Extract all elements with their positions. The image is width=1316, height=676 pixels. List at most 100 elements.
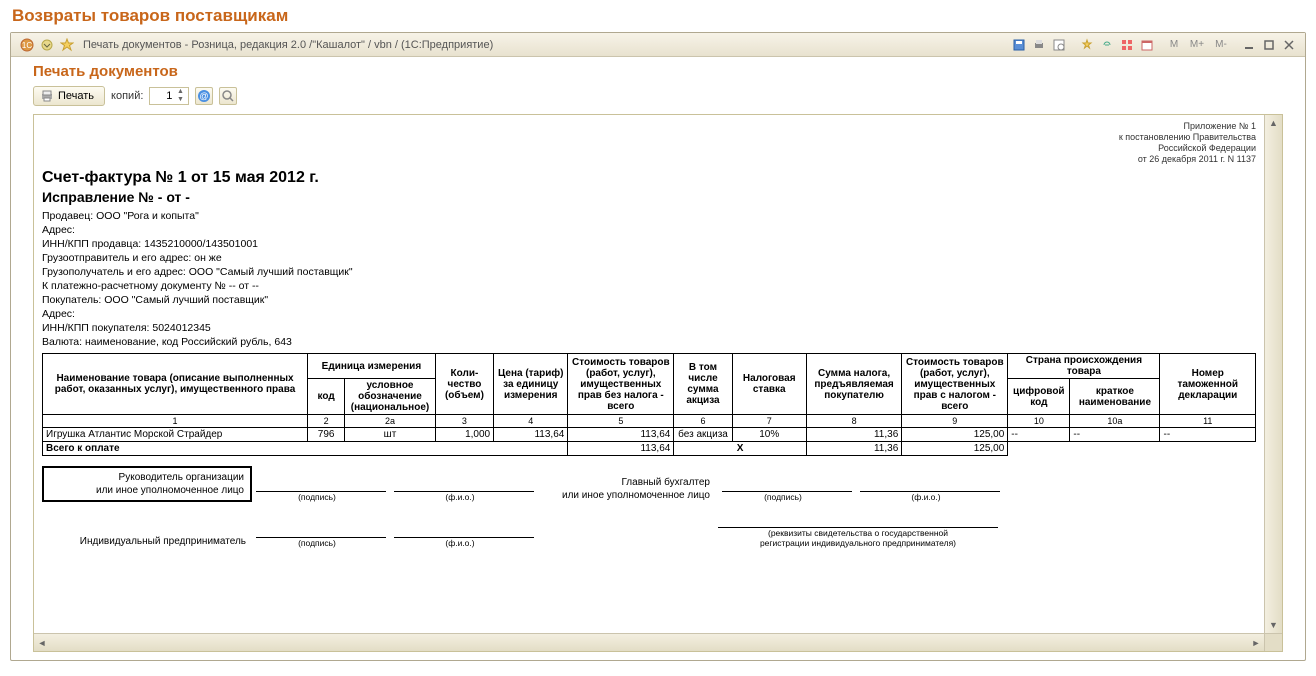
save-icon[interactable] (1011, 37, 1027, 53)
scroll-left-icon[interactable]: ◄ (34, 634, 50, 652)
cell-unit: шт (345, 428, 436, 442)
acc-label: Главный бухгалтер или иное уполномоченно… (538, 476, 718, 502)
ip-fio-line (394, 524, 534, 538)
print-button[interactable]: Печать (33, 86, 105, 106)
req2: регистрации индивидуального предпринимат… (718, 538, 998, 548)
total-x: X (674, 442, 807, 456)
head-fio-cap: (ф.и.о.) (390, 492, 530, 502)
th-decl: Номер таможенной декларации (1160, 354, 1256, 415)
info-8: ИНН/КПП покупателя: 5024012345 (42, 321, 1256, 335)
cell-price: 113,64 (494, 428, 568, 442)
ip-sig-cap: (подпись) (252, 538, 382, 548)
app-window: 1C Печать документов - Розница, редакция… (10, 32, 1306, 661)
acc1: Главный бухгалтер (538, 476, 710, 489)
print-icon[interactable] (1031, 37, 1047, 53)
window-title: Печать документов - Розница, редакция 2.… (83, 39, 493, 51)
cell-code: 796 (308, 428, 345, 442)
total-costnotax: 113,64 (568, 442, 674, 456)
cell-taxrate: 10% (732, 428, 806, 442)
num-10: 10 (1008, 415, 1070, 428)
annex-l1: Приложение № 1 (42, 121, 1256, 132)
th-unit: Единица измерения (308, 354, 436, 379)
head-sig-cap: (подпись) (252, 492, 382, 502)
head2: или иное уполномоченное лицо (50, 484, 244, 497)
copies-up-icon[interactable]: ▲ (174, 88, 186, 96)
close-icon[interactable] (1281, 37, 1297, 53)
num-7: 7 (732, 415, 806, 428)
num-3: 3 (435, 415, 493, 428)
th-cname: краткое наименование (1070, 379, 1160, 415)
copies-down-icon[interactable]: ▼ (174, 96, 186, 104)
email-button[interactable]: @ (195, 87, 213, 105)
info-1: Адрес: (42, 223, 1256, 237)
maximize-icon[interactable] (1261, 37, 1277, 53)
th-ccode: цифровой код (1008, 379, 1070, 415)
num-11: 11 (1160, 415, 1256, 428)
scroll-down-icon[interactable]: ▼ (1265, 617, 1282, 633)
preview-icon[interactable] (1051, 37, 1067, 53)
minimize-icon[interactable] (1241, 37, 1257, 53)
head1: Руководитель организации (50, 471, 244, 484)
ip-label: Индивидуальный предприниматель (42, 535, 252, 548)
svg-text:@: @ (200, 91, 209, 101)
cell-costwithtax: 125,00 (902, 428, 1008, 442)
total-taxsum: 11,36 (806, 442, 901, 456)
print-toolbar: Печать копий: ▲ ▼ @ (11, 84, 1305, 110)
vertical-scrollbar[interactable]: ▲ ▼ (1264, 115, 1282, 633)
th-unitcode: код (308, 379, 345, 415)
num-10a: 10а (1070, 415, 1160, 428)
th-costnotax: Стоимость товаров (работ, услуг), имущес… (568, 354, 674, 415)
annex-l4: от 26 декабря 2011 г. N 1137 (42, 154, 1256, 165)
scroll-up-icon[interactable]: ▲ (1265, 115, 1282, 131)
cell-qty: 1,000 (435, 428, 493, 442)
acc-sig-line (722, 478, 852, 492)
scroll-right-icon[interactable]: ► (1248, 634, 1264, 652)
grid-icon[interactable] (1119, 37, 1135, 53)
section-title: Печать документов (11, 57, 1305, 84)
th-country: Страна происхождения товара (1008, 354, 1160, 379)
horizontal-scrollbar[interactable]: ◄ ► (34, 633, 1264, 651)
cell-dn: -- (1160, 428, 1256, 442)
copies-input[interactable] (150, 89, 174, 103)
m-plus-button[interactable]: M+ (1187, 37, 1207, 53)
cell-name: Игрушка Атлантис Морской Страйдер (43, 428, 308, 442)
calendar-icon[interactable] (1139, 37, 1155, 53)
info-6: Покупатель: ООО "Самый лучший поставщик" (42, 293, 1256, 307)
num-2a: 2а (345, 415, 436, 428)
total-costwithtax: 125,00 (902, 442, 1008, 456)
page-title: Возвраты товаров поставщикам (0, 0, 1316, 32)
annex-block: Приложение № 1 к постановлению Правитель… (42, 121, 1256, 165)
acc-fio-cap: (ф.и.о.) (856, 492, 996, 502)
link-icon[interactable] (1099, 37, 1115, 53)
info-9: Валюта: наименование, код Российский руб… (42, 335, 1256, 349)
svg-text:1C: 1C (22, 41, 32, 50)
num-1: 1 (43, 415, 308, 428)
dropdown-icon[interactable] (39, 37, 55, 53)
info-4: Грузополучатель и его адрес: ООО "Самый … (42, 265, 1256, 279)
doc-title: Счет-фактура № 1 от 15 мая 2012 г. (42, 169, 1256, 187)
copies-input-box: ▲ ▼ (149, 87, 189, 105)
cell-cn: -- (1070, 428, 1160, 442)
th-costwithtax: Стоимость товаров (работ, услуг), имущес… (902, 354, 1008, 415)
acc-fio-line (860, 478, 1000, 492)
th-taxsum: Сумма налога, предъявляемая покупателю (806, 354, 901, 415)
m-minus-button[interactable]: M- (1211, 37, 1231, 53)
req-block: (реквизиты свидетельства о государственн… (718, 514, 998, 548)
th-name: Наименование товара (описание выполненны… (43, 354, 308, 415)
info-0: Продавец: ООО "Рога и копыта" (42, 209, 1256, 223)
th-unitcond: условное обозначение (национальное) (345, 379, 436, 415)
favorite-icon[interactable] (59, 37, 75, 53)
star-icon[interactable] (1079, 37, 1095, 53)
total-label: Всего к оплате (43, 442, 568, 456)
invoice-table: Наименование товара (описание выполненны… (42, 353, 1256, 456)
cell-taxsum: 11,36 (806, 428, 901, 442)
cell-cc: -- (1008, 428, 1070, 442)
m-button[interactable]: M (1165, 37, 1183, 53)
total-empty (1008, 442, 1256, 456)
head-label: Руководитель организации или иное уполно… (42, 466, 252, 502)
acc2: или иное уполномоченное лицо (538, 489, 710, 502)
info-5: К платежно-расчетному документу № -- от … (42, 279, 1256, 293)
th-qty: Коли-чество (объем) (435, 354, 493, 415)
print-button-label: Печать (58, 90, 94, 102)
zoom-button[interactable] (219, 87, 237, 105)
